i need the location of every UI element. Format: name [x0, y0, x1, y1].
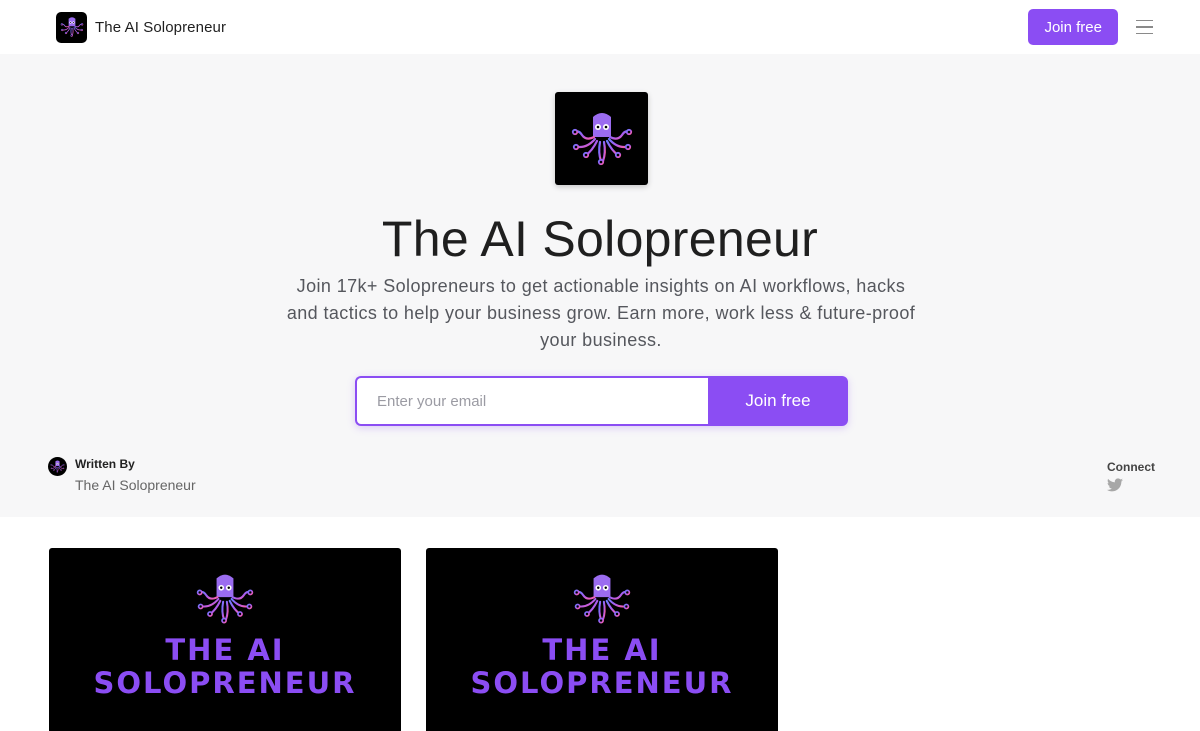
nav-join-button[interactable]: Join free [1028, 9, 1118, 45]
connect-block: Connect [1107, 460, 1155, 492]
posts-grid: THE AI SOLOPRENEUR THE AI SOLOPRENEUR [0, 517, 1200, 731]
post-card-title-line: THE AI [542, 633, 662, 667]
hamburger-icon[interactable] [1132, 15, 1156, 39]
nav-actions: Join free [1028, 9, 1156, 45]
top-nav: The AI Solopreneur Join free [0, 0, 1200, 54]
brand-name: The AI Solopreneur [95, 18, 227, 36]
octopus-logo-icon [195, 572, 255, 626]
post-card[interactable]: THE AI SOLOPRENEUR [426, 548, 778, 731]
post-card[interactable]: THE AI SOLOPRENEUR [49, 548, 401, 731]
post-card-title: THE AI SOLOPRENEUR [426, 634, 778, 700]
post-card-title-line: SOLOPRENEUR [470, 666, 734, 700]
hero-description: Join 17k+ Solopreneurs to get actionable… [286, 276, 916, 350]
signup-join-button[interactable]: Join free [708, 376, 848, 426]
octopus-logo-icon [572, 572, 632, 626]
author-avatar[interactable] [48, 457, 67, 476]
connect-label: Connect [1107, 460, 1155, 474]
email-input[interactable] [355, 376, 708, 426]
post-card-title-line: SOLOPRENEUR [93, 666, 357, 700]
octopus-logo-icon [555, 92, 648, 185]
author-block: Written By The AI Solopreneur [48, 457, 196, 496]
hero-section: The AI Solopreneur Join 17k+ Solopreneur… [0, 54, 1200, 517]
octopus-logo-icon [56, 11, 87, 43]
brand-link[interactable]: The AI Solopreneur [56, 11, 227, 43]
post-card-title: THE AI SOLOPRENEUR [49, 634, 401, 700]
post-card-title-line: THE AI [165, 633, 285, 667]
author-text: Written By The AI Solopreneur [75, 457, 196, 496]
page-title: The AI Solopreneur [381, 211, 819, 267]
author-name[interactable]: The AI Solopreneur [75, 474, 196, 496]
signup-form: Join free [355, 376, 848, 426]
twitter-icon[interactable] [1107, 478, 1123, 492]
author-label: Written By [75, 457, 135, 471]
